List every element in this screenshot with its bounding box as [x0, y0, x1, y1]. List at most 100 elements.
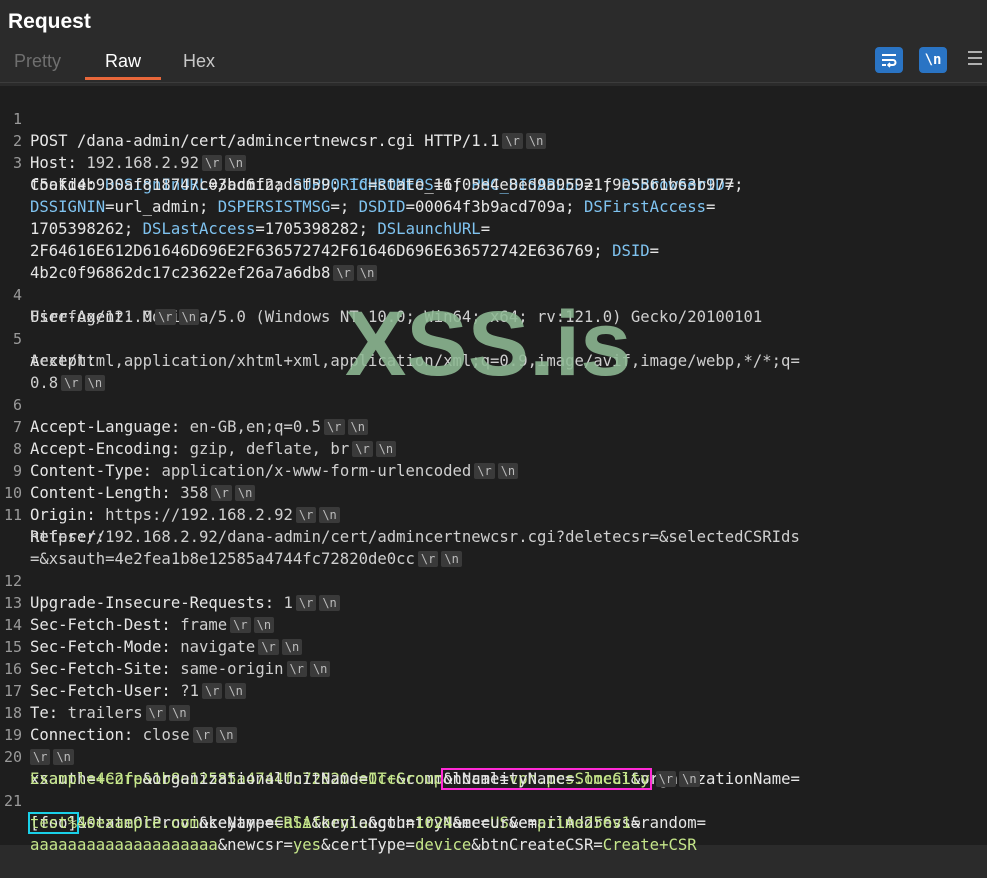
- lf-marker: \n: [169, 705, 190, 721]
- tab-pretty[interactable]: Pretty: [14, 51, 61, 72]
- cookie-name: DSFirstAccess: [583, 198, 707, 216]
- code-line-wrap: aaaaaaaaaaaaaaaaaaaa&newcsr=yes&certType…: [0, 812, 697, 854]
- lf-marker: \n: [497, 463, 519, 479]
- code-line-wrap: 1705398262; DSLastAccess=1705398282; DSL…: [0, 196, 490, 238]
- header-value: close: [142, 726, 190, 744]
- param-name: &organizationalUnitName: [142, 770, 359, 788]
- highlight-locality-param: &localityName=SomeCity: [441, 768, 652, 790]
- tab-hex[interactable]: Hex: [183, 51, 215, 72]
- cookie-value: =url_admin;: [105, 198, 218, 216]
- lf-marker: \n: [178, 309, 199, 325]
- active-tab-indicator: [85, 77, 161, 80]
- code-line-wrap: https://192.168.2.92/dana-admin/cert/adm…: [0, 504, 800, 546]
- tab-raw[interactable]: Raw: [105, 51, 141, 72]
- show-newlines-button[interactable]: \n: [919, 47, 947, 73]
- cookie-value: =;: [330, 198, 359, 216]
- cookie-value: =00064f3b9acd709a;: [405, 198, 584, 216]
- code-line: 15 Sec-Fetch-Site: same-origin \r \n: [0, 614, 331, 678]
- header-value: 358: [180, 484, 209, 502]
- code-line-wrap: 2F64616E612D61646D696E2F636572742F61646D…: [0, 218, 659, 260]
- code-line: 13 Sec-Fetch-Dest: frame \r \n: [0, 570, 275, 634]
- param-value: Create+CSR: [602, 836, 697, 854]
- cr-marker: \r: [295, 595, 317, 611]
- cr-marker: \r: [333, 265, 354, 281]
- code-line: 10 Origin: https://192.168.2.92 \r \n: [0, 460, 340, 524]
- cr-marker: \r: [202, 683, 223, 699]
- param-equals: =: [283, 836, 293, 854]
- watermark-text: XSS.is: [345, 293, 632, 395]
- header-value: gzip, deflate, br: [189, 440, 350, 458]
- cr-marker: \r: [655, 771, 677, 787]
- header-value: navigate: [180, 638, 256, 656]
- panel-header: Request: [0, 0, 987, 46]
- wrap-lines-icon: [882, 54, 897, 68]
- code-line-wrap: Firefox/121.0 \r \n: [0, 284, 199, 326]
- cr-marker: \r: [324, 419, 345, 435]
- code-line: 9 Content-Length: 358 \r \n: [0, 438, 256, 502]
- cookie-name: DSDID: [358, 198, 406, 216]
- param-equals: =: [790, 770, 800, 788]
- code-line-wrap: test%40example.com&keytype=RSA&keylength…: [0, 790, 706, 832]
- lf-marker: \n: [679, 771, 700, 787]
- header-value: 192.168.2.92: [86, 154, 200, 172]
- lf-marker: \n: [309, 661, 331, 677]
- header-value: =&xsauth=4e2fea1b8e12585a4744fc72820de0c…: [30, 550, 415, 568]
- code-line-wrap: Example+Corp&organizationalUnitName=IT+G…: [0, 746, 700, 790]
- code-line: 21 [foo]&stateOrProvinceName=California&…: [0, 768, 640, 834]
- code-line: 8 Content-Type: application/x-www-form-u…: [0, 416, 519, 480]
- lf-marker: \n: [375, 441, 397, 457]
- raw-request-editor[interactable]: 1 POST /dana-admin/cert/admincertnewcsr.…: [0, 86, 987, 854]
- header-value: en-GB,en;q=0.5: [189, 418, 322, 436]
- cr-marker: \r: [474, 463, 495, 479]
- cookie-name: DSPERSISTMSG: [217, 198, 331, 216]
- lf-marker: \n: [253, 617, 275, 633]
- header-value: 1: [283, 594, 293, 612]
- header-name: Upgrade-Insecure-Requests:: [30, 594, 284, 612]
- lf-marker: \n: [84, 375, 106, 391]
- panel-title: Request: [8, 10, 91, 33]
- cookie-name: DSLastAccess: [142, 220, 256, 238]
- hamburger-menu-icon[interactable]: [968, 50, 982, 66]
- wrap-lines-button[interactable]: [875, 47, 903, 73]
- param-value: SomeCity: [574, 770, 650, 788]
- code-line-wrap: f5afd4b930af818747c03bc6f2adaf59; id=sta…: [0, 152, 744, 194]
- param-value: yes: [292, 836, 322, 854]
- param-value: IT+Group: [368, 770, 444, 788]
- cookie-value: 4b2c0f96862dc17c23622ef26a7a6db8: [30, 264, 331, 282]
- code-line: 19 \r \n: [0, 702, 74, 765]
- code-line: 16 Sec-Fetch-User: ?1 \r \n: [0, 636, 246, 700]
- code-line: 20 xsauth=4e2fea1b8e12585a4744fc72820de0…: [0, 724, 800, 788]
- show-newlines-icon: \n: [924, 52, 942, 68]
- cr-marker: \r: [155, 309, 176, 325]
- lf-marker: \n: [319, 507, 340, 523]
- cr-marker: \r: [202, 155, 223, 171]
- code-line: 5 Accept:: [0, 306, 96, 370]
- cookie-name: DSID: [612, 242, 650, 260]
- code-line-wrap: 0.8 \r \n: [0, 350, 106, 392]
- cr-marker: \r: [502, 133, 523, 149]
- lf-marker: \n: [234, 485, 256, 501]
- cr-marker: \r: [295, 507, 317, 523]
- lf-marker: \n: [441, 551, 462, 567]
- param-value: RSA: [283, 814, 312, 832]
- cr-marker: \r: [286, 661, 307, 677]
- param-equals: =: [565, 770, 575, 788]
- code-line-wrap: =&xsauth=4e2fea1b8e12585a4744fc72820de0c…: [0, 526, 462, 568]
- param-name: &certType: [321, 836, 406, 854]
- request-line: POST /dana-admin/cert/admincertnewcsr.cg…: [30, 132, 500, 150]
- param-equals: =: [696, 814, 707, 832]
- param-name: &newcsr: [217, 836, 284, 854]
- param-equals: =: [527, 814, 538, 832]
- param-value: 1024: [414, 814, 453, 832]
- code-line: 12 Upgrade-Insecure-Requests: 1 \r \n: [0, 548, 340, 612]
- cr-marker: \r: [230, 617, 251, 633]
- code-line: 1 POST /dana-admin/cert/admincertnewcsr.…: [0, 86, 547, 150]
- param-name: &btnCreateCSR: [471, 836, 594, 854]
- lf-marker: \n: [319, 595, 340, 611]
- lf-marker: \n: [281, 639, 303, 655]
- cookie-value: =: [706, 198, 716, 216]
- cookie-value: =state_16f05e4e8ed9a95921f9e5561b63b977;: [367, 176, 744, 194]
- param-equals: =: [405, 814, 415, 832]
- param-equals: =: [274, 814, 284, 832]
- param-equals: =: [358, 770, 368, 788]
